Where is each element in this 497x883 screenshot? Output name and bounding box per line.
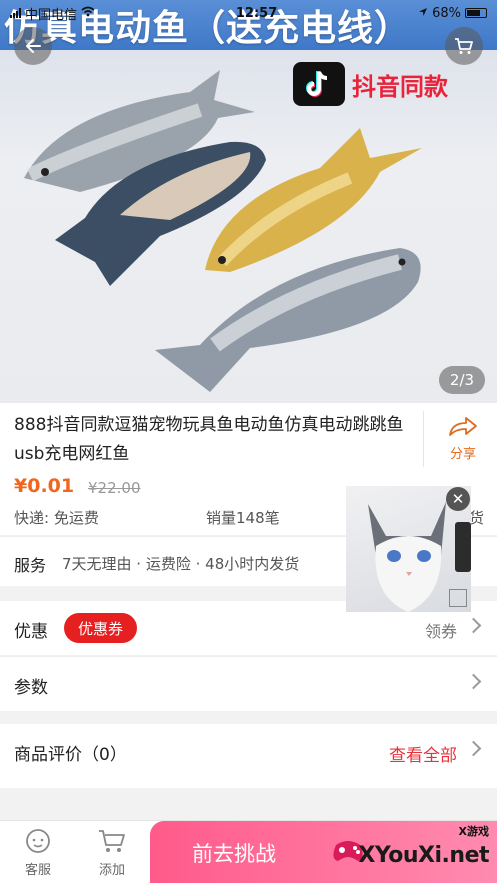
service-text: 7天无理由 · 运费险 · 48小时内发货: [62, 555, 300, 573]
expand-icon[interactable]: [449, 589, 467, 607]
product-page: 仿真电动鱼（送充电线） 中国电信 12:57 68% 抖音同款 2/3 888抖…: [0, 0, 497, 883]
bottom-action-bar: 客服 添加 前去挑战 X游戏 XYouXi.net: [0, 820, 497, 883]
close-icon: ✕: [451, 490, 465, 508]
image-counter: 2/3: [439, 366, 485, 394]
challenge-label: 前去挑战: [192, 841, 276, 866]
divider: [423, 411, 424, 467]
view-all-reviews-link[interactable]: 查看全部: [389, 741, 457, 766]
add-to-cart-button[interactable]: 添加: [82, 827, 142, 878]
watermark-small: X游戏: [458, 825, 489, 838]
chevron-right-icon: [465, 673, 482, 690]
share-button[interactable]: 分享: [436, 415, 490, 462]
challenge-button[interactable]: 前去挑战 X游戏 XYouXi.net: [150, 821, 497, 883]
chevron-right-icon: [465, 740, 482, 757]
get-coupon-link[interactable]: 领券: [425, 618, 457, 642]
chevron-right-icon: [465, 617, 482, 634]
share-label: 分享: [449, 447, 476, 462]
params-row[interactable]: 参数: [0, 656, 497, 711]
stock-info: 货: [469, 509, 485, 527]
original-price: ¥22.00: [88, 479, 141, 497]
product-image-carousel[interactable]: 仿真电动鱼（送充电线） 中国电信 12:57 68% 抖音同款 2/3: [0, 0, 497, 403]
customer-service-label: 客服: [24, 863, 51, 878]
sales-count: 销量148笔: [206, 509, 280, 527]
close-thumbnail-button[interactable]: ✕: [446, 487, 470, 511]
reviews-row[interactable]: 商品评价（0） 查看全部: [0, 724, 497, 788]
fish-toys-image: [24, 70, 422, 392]
watermark-text: XYouXi.net: [358, 843, 489, 868]
service-label: 服务: [14, 556, 47, 575]
product-title: 888抖音同款逗猫宠物玩具鱼电动鱼仿真电动跳跳鱼usb充电网红鱼: [14, 415, 404, 464]
delivery-info: 快递: 免运费: [14, 509, 99, 527]
params-label: 参数: [14, 678, 48, 698]
add-label: 添加: [98, 863, 125, 878]
fish-salmon: [155, 248, 421, 392]
price: ¥0.01: [14, 475, 75, 497]
coupon-label: 优惠: [14, 622, 48, 642]
cart-add-icon: [82, 827, 142, 855]
thumbnail-side-panel: [455, 522, 471, 572]
chat-face-icon: [8, 827, 68, 855]
coupon-tag[interactable]: 优惠券: [64, 613, 138, 643]
customer-service-button[interactable]: 客服: [8, 827, 68, 878]
reviews-label: 商品评价（0）: [14, 745, 127, 765]
share-icon: [449, 417, 477, 436]
